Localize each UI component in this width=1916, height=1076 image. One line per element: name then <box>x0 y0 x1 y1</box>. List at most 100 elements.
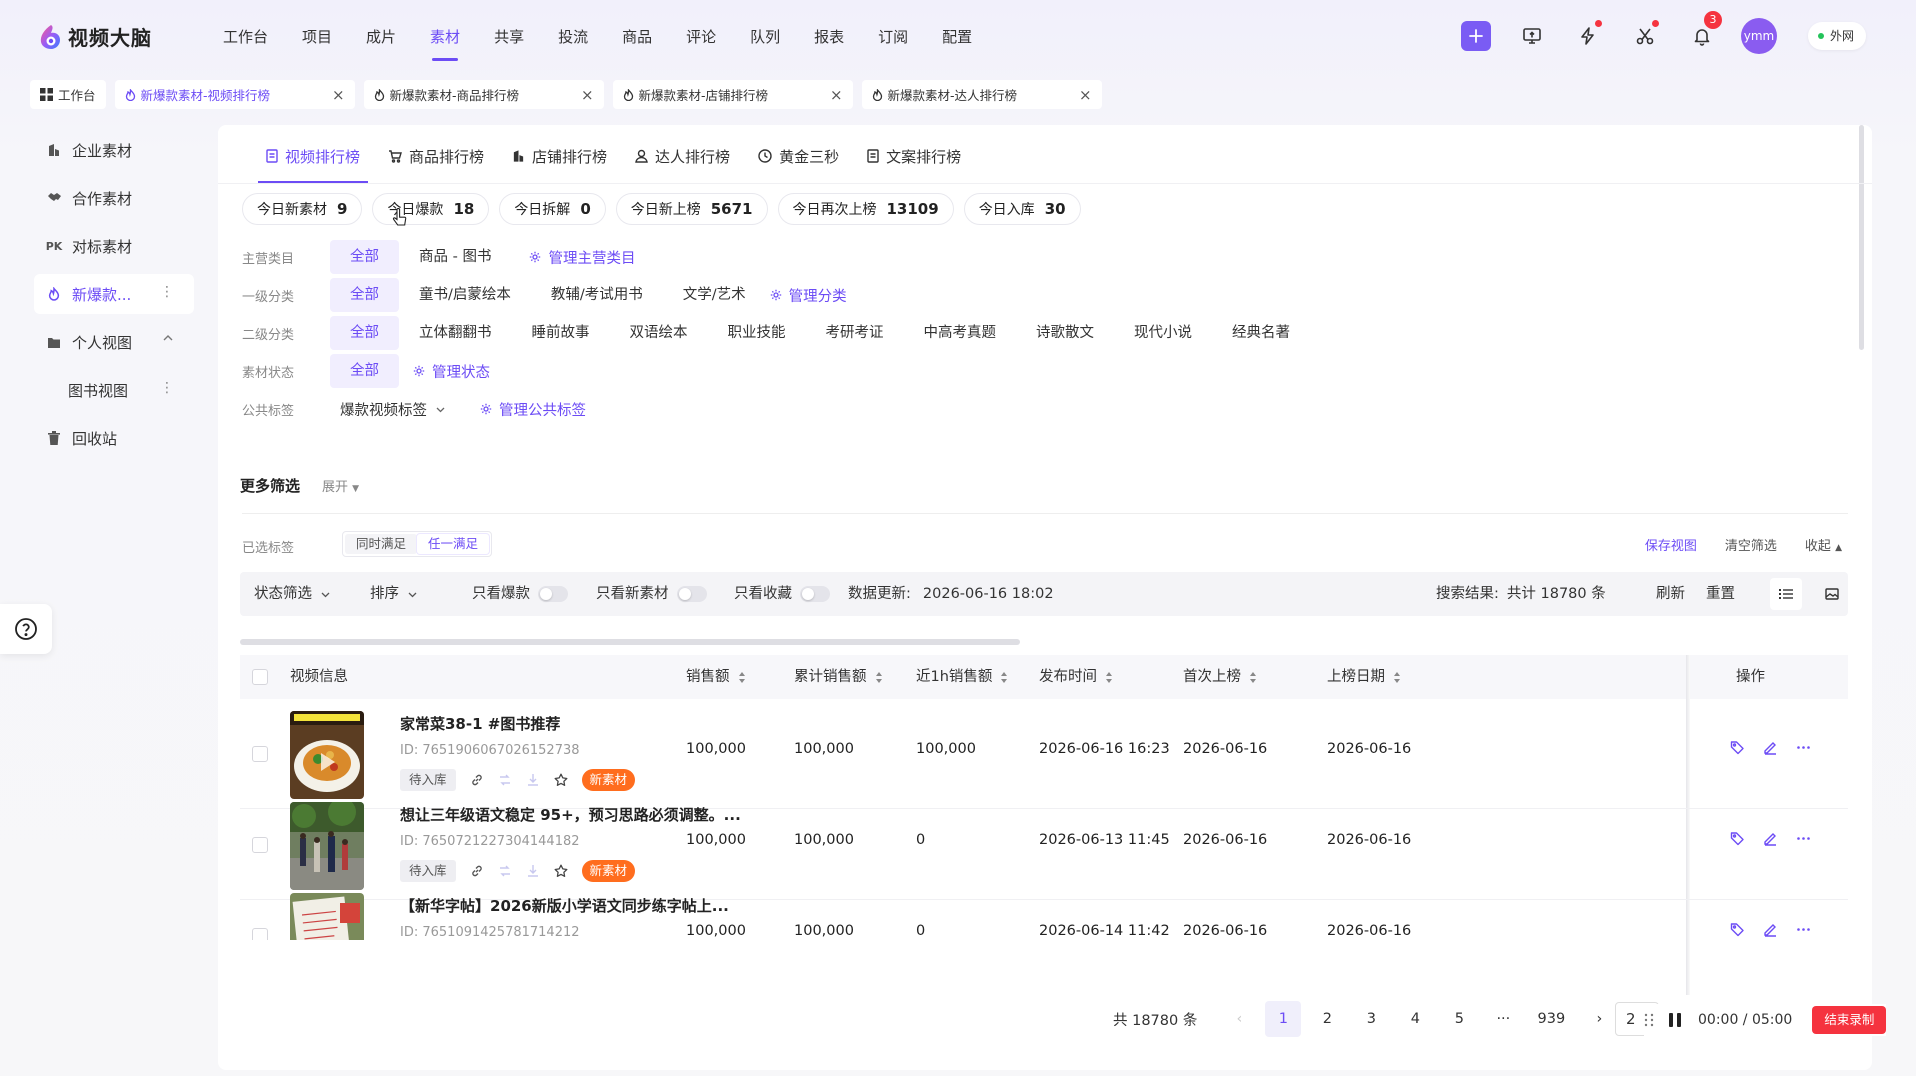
sidebar-item-enterprise[interactable]: 企业素材 <box>34 130 194 170</box>
more-horizontal-icon[interactable] <box>1796 922 1811 937</box>
video-title[interactable]: 【新华字帖】2026新版小学语文同步练字帖上... <box>400 895 729 916</box>
stat-stored[interactable]: 今日入库 30 <box>963 193 1081 225</box>
chevron-up-icon[interactable] <box>162 332 174 344</box>
toggle-switch[interactable] <box>800 586 830 602</box>
scrollbar-thumb[interactable] <box>240 639 1020 645</box>
filter-chip[interactable]: 立体翻翻书 <box>399 316 512 350</box>
tag-icon[interactable] <box>1730 922 1745 937</box>
page-button[interactable]: 3 <box>1353 1001 1389 1037</box>
clear-filters-button[interactable]: 清空筛选 <box>1725 535 1777 554</box>
nav-queue[interactable]: 队列 <box>733 24 797 50</box>
page-tab-goods-rank[interactable]: 新爆款素材-商品排行榜 × <box>363 80 604 109</box>
nav-share[interactable]: 共享 <box>477 24 541 50</box>
horizontal-scrollbar[interactable] <box>240 639 1848 645</box>
star-icon[interactable] <box>554 864 568 878</box>
page-ellipsis[interactable]: ··· <box>1485 1001 1521 1037</box>
vertical-scrollbar[interactable] <box>1859 125 1864 350</box>
filter-chip[interactable]: 文学/艺术 <box>663 278 766 312</box>
filter-chip[interactable]: 经典名著 <box>1212 316 1310 350</box>
link-icon[interactable] <box>470 773 484 787</box>
edit-icon[interactable] <box>1763 831 1778 846</box>
filter-chip[interactable]: 诗歌散文 <box>1016 316 1114 350</box>
download-icon[interactable] <box>526 864 540 878</box>
nav-comment[interactable]: 评论 <box>669 24 733 50</box>
next-page-button[interactable]: › <box>1581 1001 1617 1037</box>
share-icon[interactable] <box>498 864 512 878</box>
sidebar-item-book-view[interactable]: 图书视图 ⋮ <box>34 370 194 410</box>
clip-tool-button[interactable] <box>1627 18 1663 54</box>
prev-page-button[interactable]: ‹ <box>1221 1001 1257 1037</box>
col-first-listed[interactable]: 首次上榜 <box>1183 655 1257 699</box>
stat-relisted[interactable]: 今日再次上榜 13109 <box>777 193 954 225</box>
video-thumbnail[interactable] <box>290 893 364 940</box>
end-recording-button[interactable]: 结束录制 <box>1812 1006 1887 1034</box>
stat-hot[interactable]: 今日爆款 18 <box>372 193 490 225</box>
row-checkbox[interactable] <box>252 837 268 853</box>
page-tab-video-rank[interactable]: 新爆款素材-视频排行榜 × <box>114 80 355 109</box>
video-title[interactable]: 家常菜38-1 #图书推荐 <box>400 713 560 734</box>
video-title[interactable]: 想让三年级语文稳定 95+，预习思路必须调整。... <box>400 804 741 825</box>
filter-chip-all[interactable]: 全部 <box>330 278 399 312</box>
table-row[interactable]: 【新华字帖】2026新版小学语文同步练字帖上... ID: 7651091425… <box>240 881 1848 940</box>
filter-chip[interactable]: 现代小说 <box>1114 316 1212 350</box>
sidebar-item-benchmark[interactable]: PK 对标素材 <box>34 226 194 266</box>
filter-chip[interactable]: 睡前故事 <box>512 316 610 350</box>
tag-icon[interactable] <box>1730 831 1745 846</box>
page-button[interactable]: 2 <box>1309 1001 1345 1037</box>
screen-share-button[interactable] <box>1514 18 1550 54</box>
manage-public-tags-link[interactable]: 管理公共标签 <box>480 399 586 420</box>
edit-icon[interactable] <box>1763 922 1778 937</box>
reset-button[interactable]: 重置 <box>1706 572 1735 616</box>
col-1h-sales[interactable]: 近1h销售额 <box>916 655 1008 699</box>
edit-icon[interactable] <box>1763 740 1778 755</box>
nav-film[interactable]: 成片 <box>349 24 413 50</box>
quick-action-button[interactable] <box>1570 18 1606 54</box>
only-fav-toggle[interactable]: 只看收藏 <box>734 572 830 616</box>
close-icon[interactable]: × <box>332 86 345 104</box>
only-hot-toggle[interactable]: 只看爆款 <box>472 572 568 616</box>
nav-subscribe[interactable]: 订阅 <box>861 24 925 50</box>
manage-status-link[interactable]: 管理状态 <box>413 361 490 382</box>
user-avatar[interactable]: ymm <box>1741 18 1777 54</box>
network-status[interactable]: 外网 <box>1808 22 1867 50</box>
tab-copy-rank[interactable]: 文案排行榜 <box>853 139 975 173</box>
nav-project[interactable]: 项目 <box>285 24 349 50</box>
page-button[interactable]: 939 <box>1529 1001 1573 1037</box>
close-icon[interactable]: × <box>830 86 843 104</box>
col-sales[interactable]: 销售额 <box>686 655 746 699</box>
notification-button[interactable]: 3 <box>1684 11 1722 54</box>
filter-chip[interactable]: 双语绘本 <box>610 316 708 350</box>
create-button[interactable] <box>1461 21 1491 51</box>
tab-influencer-rank[interactable]: 达人排行榜 <box>621 139 744 173</box>
sidebar-item-recycle[interactable]: 回收站 <box>34 418 194 458</box>
toggle-switch[interactable] <box>538 586 568 602</box>
close-icon[interactable]: × <box>581 86 594 104</box>
manage-main-category-link[interactable]: 管理主营类目 <box>529 247 635 268</box>
toggle-switch[interactable] <box>676 586 707 602</box>
match-any-option[interactable]: 任一满足 <box>417 534 490 554</box>
manage-category-link[interactable]: 管理分类 <box>770 285 847 306</box>
filter-chip[interactable]: 教辅/考试用书 <box>531 278 663 312</box>
save-view-button[interactable]: 保存视图 <box>1645 535 1697 554</box>
col-cum-sales[interactable]: 累计销售额 <box>794 655 883 699</box>
filter-chip-all[interactable]: 全部 <box>330 240 399 274</box>
nav-report[interactable]: 报表 <box>797 24 861 50</box>
more-horizontal-icon[interactable] <box>1796 740 1811 755</box>
tab-video-rank[interactable]: 视频排行榜 <box>252 139 374 183</box>
sidebar-item-new-hot[interactable]: 新爆款... ⋮ <box>34 274 194 314</box>
nav-goods[interactable]: 商品 <box>605 24 669 50</box>
page-button[interactable]: 4 <box>1397 1001 1433 1037</box>
card-view-button[interactable] <box>1816 578 1848 610</box>
page-button[interactable]: 5 <box>1441 1001 1477 1037</box>
video-thumbnail[interactable] <box>290 711 364 799</box>
filter-chip[interactable]: 考研考证 <box>806 316 904 350</box>
tag-icon[interactable] <box>1730 740 1745 755</box>
select-all-checkbox[interactable] <box>252 669 268 685</box>
more-vertical-icon[interactable]: ⋮ <box>160 284 174 300</box>
refresh-button[interactable]: 刷新 <box>1656 572 1685 616</box>
stat-new-listed[interactable]: 今日新上榜 5671 <box>615 193 768 225</box>
only-new-toggle[interactable]: 只看新素材 <box>596 572 707 616</box>
sidebar-item-cooperation[interactable]: 合作素材 <box>34 178 194 218</box>
row-checkbox[interactable] <box>252 746 268 762</box>
page-tab-influencer-rank[interactable]: 新爆款素材-达人排行榜 × <box>861 80 1102 109</box>
